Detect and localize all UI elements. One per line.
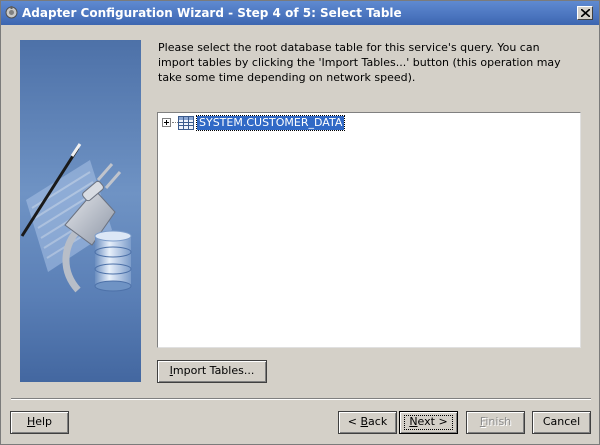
database-table-icon <box>178 116 194 133</box>
help-label: elp <box>35 415 53 428</box>
finish-button: Finish <box>466 411 525 434</box>
wizard-dialog: Adapter Configuration Wizard - Step 4 of… <box>0 0 600 445</box>
expand-icon[interactable] <box>162 118 171 127</box>
back-mnemonic: B <box>360 415 369 428</box>
help-button[interactable]: Help <box>10 411 69 434</box>
focus-ring <box>404 415 453 430</box>
title-bar[interactable]: Adapter Configuration Wizard - Step 4 of… <box>1 1 599 25</box>
app-icon <box>5 6 18 19</box>
wizard-illustration <box>20 40 141 382</box>
import-tables-button[interactable]: Import Tables... <box>157 360 267 383</box>
close-button[interactable] <box>577 6 593 20</box>
import-tables-label: mport Tables... <box>172 364 255 377</box>
instructions-text: Please select the root database table fo… <box>158 41 561 84</box>
window-title: Adapter Configuration Wizard - Step 4 of… <box>22 6 402 20</box>
cancel-label: Cancel <box>542 415 581 428</box>
table-tree[interactable]: SYSTEM.CUSTOMER_DATA <box>157 112 581 348</box>
footer-separator <box>11 398 591 400</box>
close-icon <box>581 9 590 17</box>
cancel-button[interactable]: Cancel <box>532 411 591 434</box>
tree-node-label[interactable]: SYSTEM.CUSTOMER_DATA <box>195 115 346 131</box>
help-mnemonic: H <box>26 415 36 428</box>
back-prefix: < <box>347 415 361 428</box>
back-button[interactable]: < Back <box>338 411 397 434</box>
next-button[interactable]: Next > <box>399 411 458 434</box>
finish-label: inish <box>485 415 512 428</box>
back-label: ack <box>368 415 388 428</box>
